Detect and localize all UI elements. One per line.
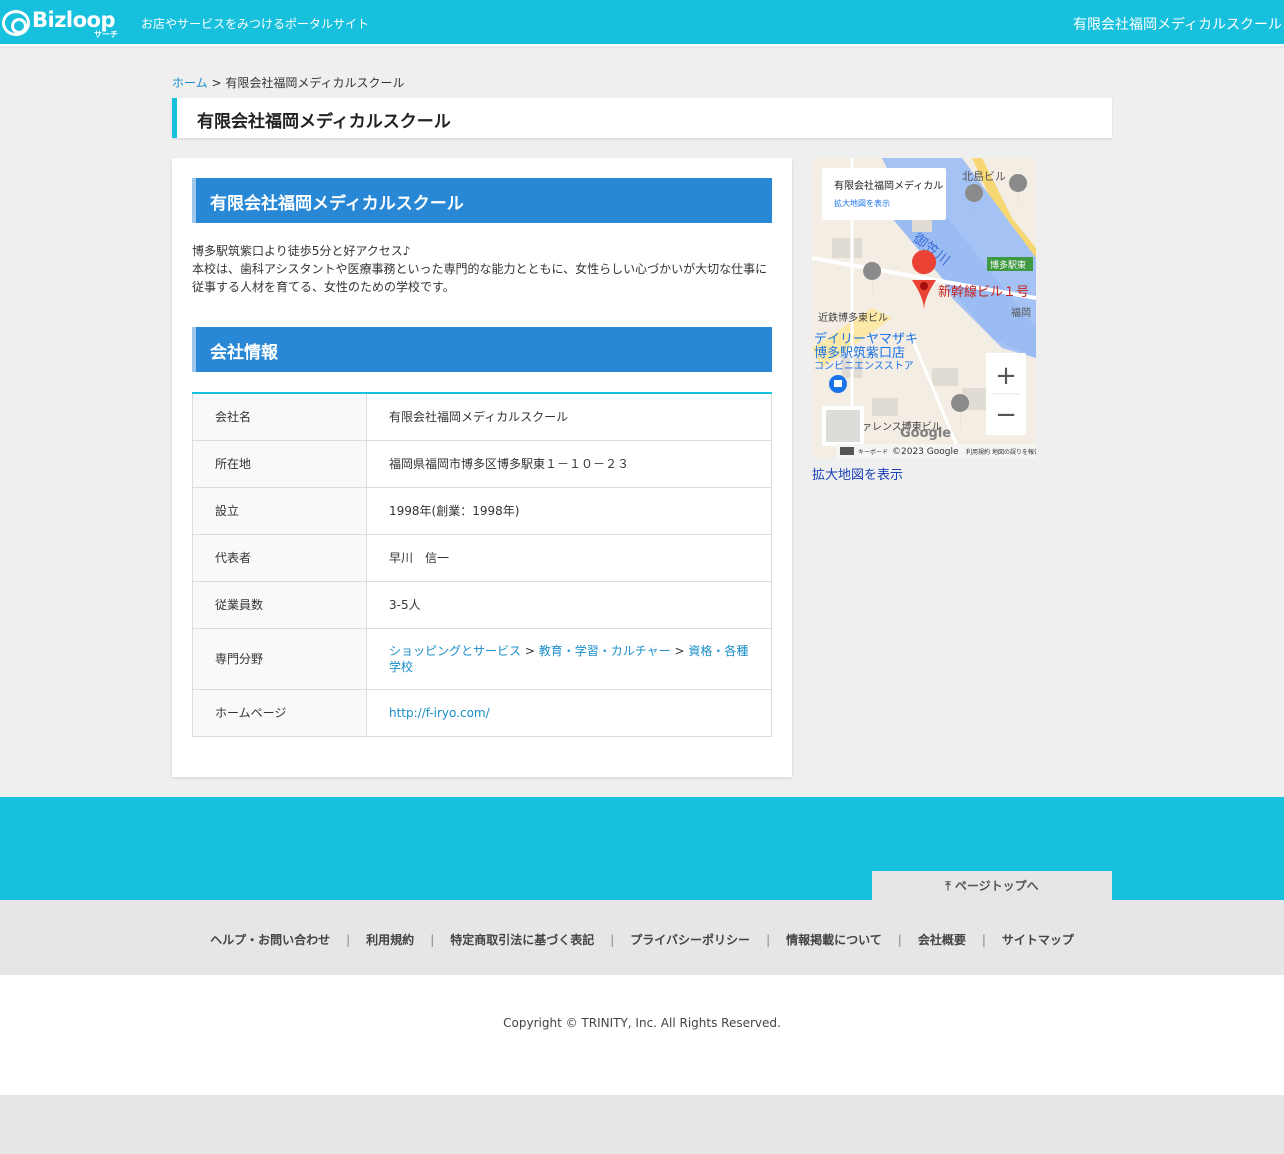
row-value-categories: ショッピングとサービス > 教育・学習・カルチャー > 資格・各種学校	[366, 627, 772, 690]
table-row: 従業員数 3-5人	[192, 580, 772, 629]
category-link-education[interactable]: 教育・学習・カルチャー	[539, 644, 671, 658]
view-larger-map-link[interactable]: 拡大地図を表示	[812, 464, 903, 483]
intro-line-2: 本校は、歯科アシスタントや医療事務といった専門的な能力とともに、女性らしい心づか…	[192, 262, 768, 294]
row-label: 専門分野	[192, 627, 367, 690]
footer-link-privacy[interactable]: プライバシーポリシー	[630, 933, 750, 947]
page-top-icon: ⤒	[945, 879, 951, 893]
intro-line-1: 博多駅筑紫口より徒歩5分と好アクセス♪	[192, 244, 411, 258]
intro-heading-bar: 有限会社福岡メディカルスクール	[192, 178, 772, 223]
row-label: 代表者	[192, 533, 367, 582]
map-report-link[interactable]: 地図の誤りを報告する	[992, 448, 1036, 456]
row-value: 有限会社福岡メディカルスクール	[366, 392, 772, 441]
table-row: 会社名 有限会社福岡メディカルスクール	[192, 392, 772, 441]
map-info-card	[822, 168, 946, 220]
row-label: ホームページ	[192, 688, 367, 737]
category-separator: >	[524, 643, 535, 658]
table-row: ホームページ http://f-iryo.com/	[192, 688, 772, 737]
site-tagline: お店やサービスをみつけるポータルサイト	[141, 17, 370, 31]
breadcrumb-current: 有限会社福岡メディカルスクール	[225, 76, 405, 90]
table-row: 専門分野 ショッピングとサービス > 教育・学習・カルチャー > 資格・各種学校	[192, 627, 772, 690]
keyboard-shortcuts-icon[interactable]	[840, 447, 854, 455]
map-canvas[interactable]: 有限会社福岡メディカル 拡大地図を表示 北島ビル 御笠川 博多駅東 新幹線ビル１…	[812, 158, 1036, 458]
footer-link-listing[interactable]: 情報掲載について	[786, 933, 882, 947]
zoom-in-button[interactable]: +	[995, 361, 1017, 391]
map-info-title: 有限会社福岡メディカル	[834, 179, 943, 192]
homepage-link[interactable]: http://f-iryo.com/	[389, 706, 490, 720]
footer-link-terms[interactable]: 利用規約	[366, 933, 414, 947]
category-link-shopping[interactable]: ショッピングとサービス	[389, 644, 521, 658]
map-terms-link[interactable]: 利用規約	[966, 448, 990, 456]
google-logo: Google	[900, 426, 951, 441]
google-map[interactable]: 有限会社福岡メディカル 拡大地図を表示 北島ビル 御笠川 博多駅東 新幹線ビル１…	[812, 158, 1036, 458]
table-row: 所在地 福岡県福岡市博多区博多駅東１－１０－２３	[192, 439, 772, 488]
map-pin-label: 新幹線ビル１号	[938, 284, 1029, 300]
breadcrumb: ホーム > 有限会社福岡メディカルスクール	[172, 74, 405, 91]
footer-links: ヘルプ・お問い合わせ | 利用規約 | 特定商取引法に基づく表記 | プライバシーポリシー |…	[210, 933, 1074, 947]
map-label-daily-1: デイリーヤマザキ	[814, 331, 918, 347]
copyright-band	[0, 975, 1284, 1095]
map-station-label: 博多駅東	[990, 259, 1026, 271]
row-value: 早川 信一	[366, 533, 772, 582]
logo-subtext: サーチ	[94, 30, 118, 39]
breadcrumb-separator: >	[211, 76, 222, 90]
company-info-table: 会社名 有限会社福岡メディカルスクール 所在地 福岡県福岡市博多区博多駅東１－１…	[192, 392, 772, 737]
map-keyboard-link[interactable]: キーボード	[858, 448, 888, 456]
header-company-name: 有限会社福岡メディカルスクール	[1072, 17, 1282, 33]
logo-mark-icon	[2, 10, 30, 36]
intro-heading: 有限会社福岡メディカルスクール	[210, 194, 464, 214]
site-header: Bizloop サーチ お店やサービスをみつけるポータルサイト 有限会社福岡メデ…	[0, 0, 1284, 46]
footer-link-help[interactable]: ヘルプ・お問い合わせ	[210, 933, 330, 947]
row-value: 3-5人	[366, 580, 772, 629]
row-value: http://f-iryo.com/	[366, 688, 772, 737]
page-title-bar: 有限会社福岡メディカルスクール	[172, 98, 1112, 138]
intro-description: 博多駅筑紫口より徒歩5分と好アクセス♪ 本校は、歯科アシスタントや医療事務といっ…	[192, 242, 772, 296]
footer-link-sitemap[interactable]: サイトマップ	[1002, 933, 1074, 947]
table-row: 代表者 早川 信一	[192, 533, 772, 582]
footer-copyright: Copyright © TRINITY, Inc. All Rights Res…	[503, 1016, 781, 1030]
site-logo[interactable]: Bizloop サーチ	[2, 8, 120, 39]
zoom-out-button[interactable]: −	[995, 400, 1017, 430]
row-label: 所在地	[192, 439, 367, 488]
map-label-daily-2: 博多駅筑紫口店	[814, 345, 905, 361]
footer-link-company[interactable]: 会社概要	[918, 933, 966, 947]
breadcrumb-home-link[interactable]: ホーム	[172, 76, 208, 90]
category-separator: >	[674, 643, 685, 658]
page-title: 有限会社福岡メディカルスクール	[197, 112, 451, 132]
company-card: 有限会社福岡メディカルスクール 博多駅筑紫口より徒歩5分と好アクセス♪ 本校は、…	[172, 158, 792, 777]
row-label: 設立	[192, 486, 367, 535]
row-value: 1998年(創業：1998年)	[366, 486, 772, 535]
row-label: 会社名	[192, 392, 367, 441]
map-copyright: ©2023 Google	[892, 447, 959, 457]
map-info-link[interactable]: 拡大地図を表示	[834, 198, 890, 208]
footer-link-tokushoho[interactable]: 特定商取引法に基づく表記	[450, 933, 594, 947]
company-info-heading-bar: 会社情報	[192, 327, 772, 372]
map-label-kitajima: 北島ビル	[962, 169, 1006, 183]
map-label-daily-3: コンビニエンスストア	[814, 360, 914, 372]
map-label-fukuoka: 福岡	[1011, 306, 1031, 319]
page-top-button[interactable]: ⤒ ページトップへ	[872, 871, 1112, 900]
company-info-heading: 会社情報	[210, 343, 278, 363]
row-value: 福岡県福岡市博多区博多駅東１－１０－２３	[366, 439, 772, 488]
row-label: 従業員数	[192, 580, 367, 629]
page-top-label: ページトップへ	[954, 879, 1039, 893]
table-row: 設立 1998年(創業：1998年)	[192, 486, 772, 535]
map-label-kintetsu: 近鉄博多東ビル	[818, 311, 888, 324]
